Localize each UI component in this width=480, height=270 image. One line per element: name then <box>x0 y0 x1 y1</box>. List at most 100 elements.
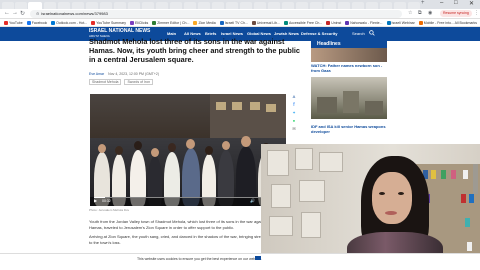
nav-jewish-news[interactable]: Jewish News <box>274 31 299 36</box>
browser-tab[interactable] <box>282 2 294 9</box>
browser-tab[interactable] <box>366 2 378 9</box>
browser-tab[interactable] <box>2 2 14 9</box>
nav-briefs[interactable]: Briefs <box>205 31 216 36</box>
nav-global-news[interactable]: Global News <box>247 31 271 36</box>
bookmark-favicon-icon <box>152 20 157 25</box>
browser-tab[interactable] <box>380 2 392 9</box>
nav-defense-security[interactable]: Defense & Security <box>301 31 337 36</box>
bookmark-item[interactable]: Nahorwalu - Flexte... <box>345 19 383 26</box>
resume-syncing-button[interactable]: Resume syncing <box>440 10 472 17</box>
browser-tab[interactable] <box>408 2 420 9</box>
browser-tab[interactable] <box>394 2 406 9</box>
browser-tab[interactable] <box>156 2 168 9</box>
minimize-icon[interactable]: – <box>440 0 443 6</box>
bookmark-item[interactable]: YouTube <box>4 19 23 26</box>
all-bookmarks-button[interactable]: All Bookmarks <box>454 19 477 26</box>
browser-tab[interactable] <box>184 2 196 9</box>
bookmark-item[interactable]: Israeli TV Ch... <box>219 19 248 26</box>
browser-tab[interactable] <box>240 2 252 9</box>
whatsapp-share-icon[interactable]: ● <box>291 118 297 124</box>
bookmark-item[interactable]: Facebook <box>26 19 47 26</box>
facebook-share-icon[interactable]: f <box>291 102 297 108</box>
person-face <box>372 172 412 224</box>
browser-tab[interactable] <box>170 2 182 9</box>
bookmark-favicon-icon <box>4 20 8 25</box>
browser-tab[interactable] <box>15 2 27 9</box>
menu-icon[interactable]: ⋮ <box>474 10 479 16</box>
profile-icon[interactable]: ◉ <box>428 10 432 16</box>
browser-tab[interactable] <box>72 2 84 9</box>
browser-tab[interactable] <box>114 2 126 9</box>
play-icon[interactable]: ▶ <box>94 198 97 203</box>
forward-icon[interactable]: → <box>12 10 18 16</box>
bookmark-favicon-icon <box>219 20 224 25</box>
bookmark-item[interactable]: EliClicks <box>129 19 148 26</box>
font-size-icon[interactable]: A <box>291 94 297 100</box>
tag-item[interactable]: Shadmot Mehola <box>89 79 122 85</box>
wall-picture <box>319 152 343 172</box>
wall-picture <box>267 150 289 176</box>
browser-tab[interactable] <box>352 2 364 9</box>
browser-tab[interactable] <box>324 2 336 9</box>
bookmark-item[interactable]: Zimmer Editor | Ch... <box>152 19 189 26</box>
search-label[interactable]: Search <box>352 31 365 36</box>
nav-main[interactable]: Main <box>167 31 176 36</box>
article-paragraph: Arriving at Zion Square, the youth sang,… <box>89 234 269 245</box>
site-info-icon[interactable]: ⊝ <box>36 11 39 16</box>
new-tab-icon[interactable]: + <box>421 0 425 6</box>
tag-item[interactable]: Swords of Iron <box>124 79 154 85</box>
author-link[interactable]: Eve Amar <box>89 72 104 76</box>
maximize-icon[interactable]: □ <box>454 0 458 6</box>
browser-tab[interactable] <box>296 2 308 9</box>
browser-tab[interactable] <box>268 2 280 9</box>
bookmark-item[interactable]: YouTube Summary <box>91 19 126 26</box>
bookmark-item[interactable]: Mobile - Free into... <box>418 19 454 26</box>
bookmark-item[interactable]: Outlook.com - Hot... <box>51 19 87 26</box>
crowd-head <box>134 141 142 150</box>
bookmark-star-icon[interactable]: ☆ <box>408 10 412 16</box>
sidebar-headline-link[interactable]: IDF and ISA kill senior Hamas weapons de… <box>311 124 387 134</box>
browser-tab[interactable] <box>142 2 154 9</box>
window-light <box>216 102 226 110</box>
wall-picture <box>269 216 293 236</box>
browser-tab[interactable] <box>226 2 238 9</box>
shelf-item <box>431 170 436 179</box>
browser-tab[interactable] <box>254 2 266 9</box>
back-icon[interactable]: ← <box>4 10 10 16</box>
browser-tab[interactable] <box>44 2 56 9</box>
browser-tab[interactable] <box>212 2 224 9</box>
sidebar-heading: Headlines <box>311 41 387 48</box>
bookmark-item[interactable]: Zion Media <box>193 19 216 26</box>
volume-icon[interactable]: 🔊 <box>250 198 255 203</box>
twitter-share-icon[interactable]: ✦ <box>291 110 297 116</box>
email-share-icon[interactable]: ✉ <box>291 126 297 132</box>
search-icon[interactable] <box>369 30 375 36</box>
browser-tab[interactable] <box>58 2 70 9</box>
close-icon[interactable]: ✕ <box>469 0 474 7</box>
browser-tab[interactable] <box>128 2 140 9</box>
nav-israel-news[interactable]: Israel News <box>221 31 243 36</box>
browser-tab[interactable] <box>310 2 322 9</box>
cookie-accept-button[interactable] <box>255 256 261 260</box>
browser-tab[interactable] <box>198 2 210 9</box>
bookmark-favicon-icon <box>251 20 256 25</box>
browser-tab-active[interactable] <box>28 2 42 9</box>
sidebar-image[interactable] <box>311 77 387 119</box>
bookmark-item[interactable]: Universal Lib... <box>251 19 280 26</box>
bookmark-item[interactable]: Israeli Webinar <box>386 19 415 26</box>
bookmark-label: Israeli Webinar <box>391 21 415 25</box>
crowd-head <box>241 136 251 147</box>
reload-icon[interactable]: ↻ <box>20 10 25 17</box>
browser-tab[interactable] <box>100 2 112 9</box>
browser-tab[interactable] <box>86 2 98 9</box>
article-video[interactable]: ▶ 00:32 🔊 ⚙ ⛶ <box>90 94 286 206</box>
bookmark-item[interactable]: Accessible Free Ch... <box>284 19 322 26</box>
bookmark-item[interactable]: Uninst <box>326 19 341 26</box>
crowd-head <box>186 139 195 149</box>
nav-all-news[interactable]: All News <box>184 31 201 36</box>
sidebar-headline-link[interactable]: WATCH: Father names newborn son - from G… <box>311 63 387 73</box>
url-input[interactable]: ⊝ israelnationalnews.com/news/379983 <box>30 10 402 18</box>
extensions-icon[interactable]: ⧉ <box>418 10 422 16</box>
browser-tab[interactable] <box>338 2 350 9</box>
sidebar-image[interactable] <box>311 48 387 62</box>
